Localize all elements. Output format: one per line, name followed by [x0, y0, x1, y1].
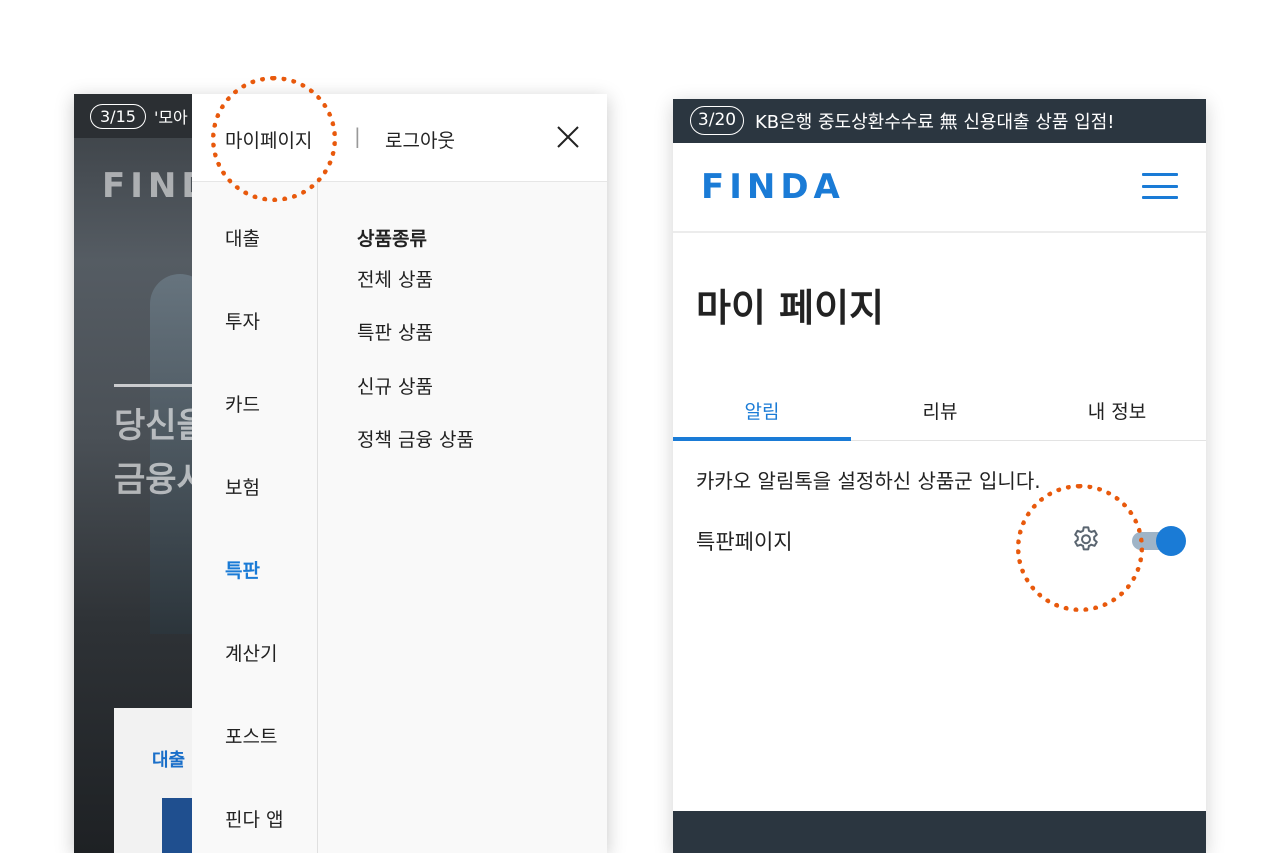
- hamburger-line: [1142, 173, 1178, 176]
- submenu-item-special[interactable]: 특판 상품: [357, 318, 433, 345]
- notification-description: 카카오 알림톡을 설정하신 상품군 입니다.: [696, 469, 1041, 493]
- right-phone-screen: 3/20 KB은행 중도상환수수료 無 신용대출 상품 입점! FINDA 마이…: [673, 99, 1206, 853]
- submenu-item-policy[interactable]: 정책 금융 상품: [357, 425, 474, 452]
- background-divider: [114, 384, 204, 387]
- finda-logo[interactable]: FINDA: [701, 167, 845, 207]
- left-phone-screen: 3/15 '모아 FIND 당신을 금융시 대출 마이페이지 | 로그아웃 대출: [74, 94, 607, 853]
- header-separator: |: [354, 124, 361, 148]
- background-notice-text: '모아: [153, 108, 188, 127]
- notice-badge: 3/20: [690, 106, 744, 135]
- hamburger-menu-icon[interactable]: [1142, 173, 1178, 201]
- menu-category-app[interactable]: 핀다 앱: [225, 805, 283, 832]
- side-menu-panel: 마이페이지 | 로그아웃 대출 투자 카드 보험 특판 계산기 포스트 핀다 앱…: [192, 94, 607, 853]
- background-notice-badge: 3/15: [90, 103, 146, 129]
- hamburger-line: [1142, 184, 1178, 188]
- hamburger-line: [1142, 196, 1178, 199]
- mypage-tabs: 알림 리뷰 내 정보: [673, 393, 1206, 441]
- close-icon[interactable]: [556, 125, 580, 149]
- tab-notifications[interactable]: 알림: [673, 393, 851, 441]
- submenu-item-new[interactable]: 신규 상품: [357, 372, 433, 399]
- app-header: FINDA: [673, 143, 1206, 233]
- logout-link[interactable]: 로그아웃: [385, 126, 455, 153]
- submenu-heading: 상품종류: [357, 228, 427, 250]
- tab-my-info[interactable]: 내 정보: [1028, 393, 1206, 441]
- menu-category-card[interactable]: 카드: [225, 390, 260, 417]
- tab-reviews[interactable]: 리뷰: [851, 393, 1029, 441]
- notice-bar[interactable]: 3/20 KB은행 중도상환수수료 無 신용대출 상품 입점!: [673, 99, 1206, 143]
- gear-icon[interactable]: [1070, 524, 1102, 556]
- menu-category-insurance[interactable]: 보험: [225, 473, 260, 500]
- notice-text[interactable]: KB은행 중도상환수수료 無 신용대출 상품 입점!: [755, 108, 1115, 134]
- menu-column-divider: [317, 182, 318, 853]
- menu-category-invest[interactable]: 투자: [225, 307, 260, 334]
- notification-toggle[interactable]: [1132, 526, 1188, 556]
- background-card-label: 대출: [152, 750, 186, 771]
- menu-category-post[interactable]: 포스트: [225, 722, 277, 749]
- toggle-knob: [1156, 526, 1186, 556]
- mypage-link[interactable]: 마이페이지: [225, 126, 312, 153]
- setting-row-label: 특판페이지: [696, 530, 793, 554]
- menu-category-special[interactable]: 특판: [225, 556, 260, 583]
- footer-bar: [673, 811, 1206, 853]
- menu-category-loan[interactable]: 대출: [225, 224, 260, 251]
- page-title: 마이 페이지: [696, 286, 885, 330]
- submenu-item-all[interactable]: 전체 상품: [357, 265, 433, 292]
- menu-header: 마이페이지 | 로그아웃: [192, 94, 607, 182]
- menu-category-calculator[interactable]: 계산기: [225, 639, 277, 666]
